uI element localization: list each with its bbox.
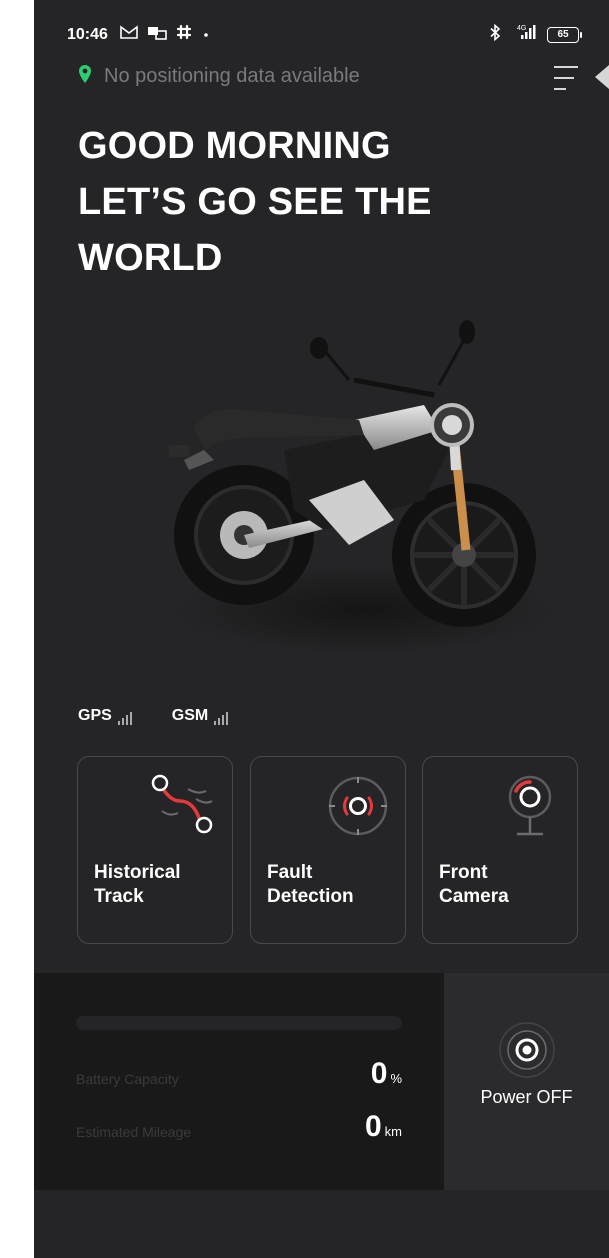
camera-icon [505, 773, 555, 848]
motorcycle-image [134, 310, 564, 690]
front-camera-card[interactable]: Front Camera [422, 756, 578, 944]
estimated-mileage-label: Estimated Mileage [76, 1124, 192, 1140]
slack-icon [176, 24, 192, 45]
vehicle-status-panel: Battery Capacity 0 % Estimated Mileage 0… [34, 973, 444, 1190]
battery-indicator: 65 [547, 26, 582, 43]
front-camera-label: Front Camera [439, 861, 569, 909]
signal-bars-icon [117, 712, 132, 725]
menu-button[interactable] [548, 62, 584, 94]
notification-icons [120, 24, 211, 45]
card-title-line-2: Track [94, 886, 144, 907]
app-screen: 10:46 4G 65 No positioning data availabl… [34, 0, 609, 1258]
greeting-line-2: LET’S GO SEE THE [78, 181, 432, 223]
bluetooth-icon [489, 23, 501, 46]
estimated-mileage-value: 0 km [365, 1110, 402, 1144]
card-title-line-1: Fault [267, 862, 313, 883]
message-icon [147, 25, 167, 45]
estimated-mileage-unit: km [384, 1124, 402, 1139]
battery-capacity-number: 0 [370, 1057, 388, 1090]
route-icon [148, 771, 218, 842]
greeting-line-3: WORLD [78, 237, 223, 279]
power-icon [498, 1021, 556, 1084]
gps-label: GPS [78, 707, 112, 724]
card-title-line-1: Front [439, 862, 488, 883]
diagnostics-icon [327, 775, 389, 842]
estimated-mileage-number: 0 [364, 1110, 382, 1143]
location-text: No positioning data available [104, 65, 360, 87]
battery-capacity-label: Battery Capacity [76, 1071, 179, 1087]
fault-detection-label: Fault Detection [267, 861, 397, 909]
location-pin-icon [78, 64, 92, 89]
battery-capacity-unit: % [390, 1071, 402, 1086]
historical-track-label: Historical Track [94, 861, 224, 909]
card-title-line-1: Historical [94, 862, 181, 883]
card-title-line-2: Detection [267, 886, 354, 907]
gmail-icon [120, 24, 138, 45]
menu-pointer-icon [595, 65, 609, 89]
card-title-line-2: Camera [439, 886, 509, 907]
greeting-line-1: GOOD MORNING [78, 125, 391, 167]
gsm-label: GSM [171, 707, 209, 724]
fault-detection-card[interactable]: Fault Detection [250, 756, 406, 944]
dot-icon [201, 26, 211, 44]
location-status[interactable]: No positioning data available [78, 64, 360, 89]
battery-capacity-value: 0 % [371, 1057, 402, 1091]
status-right-icons: 4G 65 [489, 23, 582, 46]
power-button[interactable]: Power OFF [444, 973, 609, 1190]
power-label: Power OFF [480, 1087, 573, 1107]
signal-indicators: GPS GSM [78, 707, 229, 725]
svg-text:4G: 4G [517, 25, 526, 32]
battery-progress-bar [76, 1016, 402, 1030]
gps-signal: GPS [78, 707, 132, 725]
status-bar: 10:46 4G 65 [34, 0, 609, 62]
historical-track-card[interactable]: Historical Track [77, 756, 233, 944]
status-time: 10:46 [67, 26, 108, 43]
signal-bars-icon [214, 712, 229, 725]
cellular-4g-icon: 4G [511, 23, 537, 46]
gsm-signal: GSM [171, 707, 229, 725]
greeting-heading: GOOD MORNING LET’S GO SEE THE WORLD [78, 118, 432, 286]
